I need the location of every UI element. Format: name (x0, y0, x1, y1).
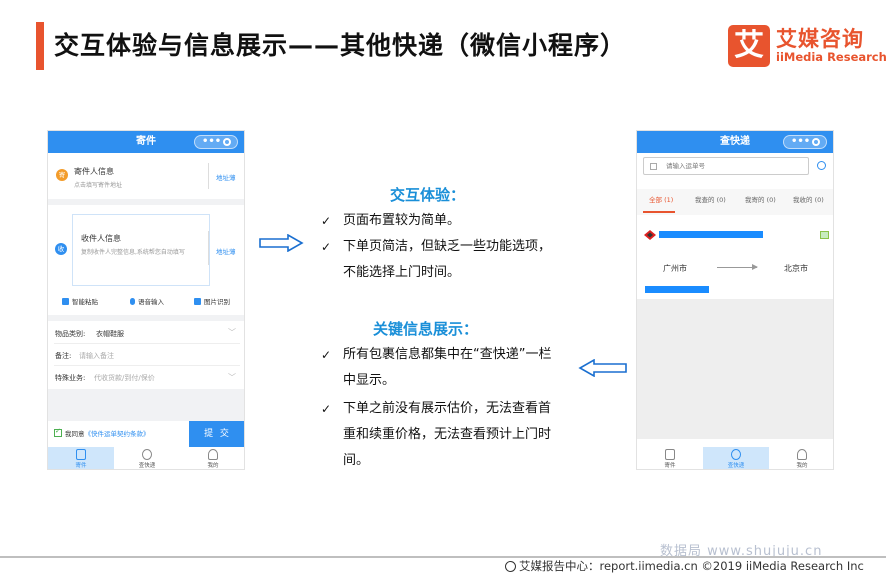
chevron-down-icon[interactable]: ﹀ (228, 372, 236, 383)
logo-en-text: iiMedia Research (776, 50, 886, 64)
tab-checked[interactable]: 我查的 (0) (695, 194, 726, 204)
divider (54, 343, 240, 344)
special-service-label: 特殊业务: (55, 374, 86, 382)
item-category-value[interactable]: 衣帽鞋服 (96, 329, 124, 339)
user-icon (797, 449, 807, 460)
section-gap (48, 315, 244, 321)
globe-icon (505, 561, 516, 572)
tracking-number-input[interactable] (666, 160, 796, 172)
divider (208, 163, 209, 189)
miniprogram-capsule[interactable]: ••• (783, 135, 827, 149)
agreement-checkbox[interactable]: 我同意《快件运单契约条款》 (54, 427, 150, 438)
submit-button[interactable]: 提 交 (189, 421, 244, 447)
sender-address-book-link[interactable]: 地址薄 (216, 172, 236, 182)
close-icon[interactable] (812, 138, 820, 146)
to-city: 北京市 (784, 264, 808, 273)
chevron-down-icon[interactable]: ﹀ (228, 327, 236, 338)
logo-mark: 艾 (728, 25, 770, 67)
footer: 艾媒报告中心：report.iimedia.cn ©2019 iiMedia R… (505, 558, 864, 574)
iimedia-logo: 艾 艾媒咨询 iiMedia Research (728, 25, 886, 69)
more-icon[interactable]: ••• (202, 131, 221, 153)
interaction-section-title: 交互体验： (390, 186, 466, 204)
close-icon[interactable] (223, 138, 231, 146)
paste-icon (62, 298, 69, 305)
checkbox-icon[interactable] (54, 427, 62, 437)
send-icon (76, 449, 86, 460)
mic-icon (130, 298, 135, 305)
empty-area (637, 299, 833, 439)
receiver-title[interactable]: 收件人信息 (81, 233, 121, 244)
from-city: 广州市 (663, 264, 687, 273)
tracking-search-box[interactable] (643, 157, 809, 175)
sender-subtitle[interactable]: 点击填写寄件地址 (74, 180, 122, 189)
search-icon (142, 449, 152, 460)
tab-sent[interactable]: 我寄的 (0) (745, 194, 776, 204)
tab-received[interactable]: 我收的 (0) (793, 194, 824, 204)
interaction-bullet: ✓ 页面布置较为简单。 (321, 208, 563, 234)
miniprogram-capsule[interactable]: ••• (194, 135, 238, 149)
tab-all[interactable]: 全部 (1) (649, 194, 673, 204)
bottom-tabbar: 寄件 查快递 我的 (48, 447, 244, 469)
more-icon[interactable]: ••• (791, 131, 810, 153)
tab-track[interactable]: 查快递 (703, 447, 769, 469)
courier-logo-icon (643, 230, 657, 240)
check-icon: ✓ (321, 240, 332, 254)
scan-icon[interactable] (650, 163, 657, 170)
page-title: 交互体验与信息展示——其他快递（微信小程序） (54, 31, 627, 60)
footer-text: 艾媒报告中心：report.iimedia.cn ©2019 iiMedia R… (519, 559, 864, 573)
remark-label: 备注: (55, 352, 72, 360)
route-arrow (717, 264, 758, 270)
smart-paste-button[interactable]: 智能粘贴 (62, 296, 98, 306)
check-icon: ✓ (321, 214, 332, 228)
bottom-tabbar: 寄件 查快递 我的 (637, 447, 833, 469)
tab-mine[interactable]: 我的 (180, 447, 244, 469)
sender-badge: 寄 (56, 169, 68, 181)
tab-mine[interactable]: 我的 (769, 447, 833, 469)
search-icon (731, 449, 741, 460)
divider (208, 231, 209, 265)
remark-input[interactable]: 请输入备注 (79, 351, 114, 361)
voice-input-button[interactable]: 语音输入 (130, 296, 164, 306)
redacted-tracking-number (659, 231, 763, 238)
user-icon (208, 449, 218, 460)
track-page-header: 查快递 ••• (637, 131, 833, 153)
arrow-right-icon (259, 234, 304, 252)
logo-cn-text: 艾媒咨询 (776, 27, 864, 51)
empty-area (48, 389, 244, 421)
special-service-value[interactable]: 代收货款/到付/保价 (94, 373, 155, 383)
send-icon (665, 449, 675, 460)
send-page-title: 寄件 (136, 136, 156, 147)
image-recognition-button[interactable]: 图片识别 (194, 296, 230, 306)
key-info-bullet: ✓ 所有包裹信息都集中在“查快递”一栏中显示。 (321, 342, 553, 394)
tab-send[interactable]: 寄件 (637, 447, 703, 469)
title-accent-bar (36, 22, 44, 70)
receiver-address-book-link[interactable]: 地址薄 (216, 246, 236, 256)
check-icon: ✓ (321, 402, 332, 416)
image-icon (194, 298, 201, 305)
track-page-title: 查快递 (720, 136, 750, 147)
status-icon (820, 231, 829, 239)
search-icon[interactable] (817, 161, 826, 170)
active-tab-indicator (643, 211, 675, 213)
key-info-bullet: ✓ 下单之前没有展示估价，无法查看首重和续重价格，无法查看预计上门时间。 (321, 396, 553, 474)
receiver-badge: 收 (55, 243, 67, 255)
sender-title[interactable]: 寄件人信息 (74, 166, 114, 177)
track-page-screenshot: 查快递 ••• 全部 (1) 我查的 (0) 我寄的 (0) 我收的 (0) 广… (636, 130, 834, 470)
tab-send[interactable]: 寄件 (48, 447, 114, 469)
divider (54, 365, 240, 366)
key-info-section-title: 关键信息展示： (373, 320, 479, 338)
interaction-bullet: ✓ 下单页简洁，但缺乏一些功能选项，不能选择上门时间。 (321, 234, 553, 286)
send-page-screenshot: 寄件 ••• 寄 寄件人信息 点击填写寄件地址 地址薄 收 收件人信息 复制收件… (47, 130, 245, 470)
check-icon: ✓ (321, 348, 332, 362)
receiver-subtitle[interactable]: 复制收件人完整信息,系统帮您自动填写 (81, 249, 207, 257)
tab-track[interactable]: 查快递 (114, 447, 180, 469)
item-category-label: 物品类别: (55, 330, 86, 338)
redacted-info (645, 286, 709, 293)
agreement-link[interactable]: 《快件运单契约条款》 (85, 430, 150, 438)
section-gap (48, 199, 244, 205)
arrow-left-icon (578, 359, 627, 377)
send-page-header: 寄件 ••• (48, 131, 244, 153)
